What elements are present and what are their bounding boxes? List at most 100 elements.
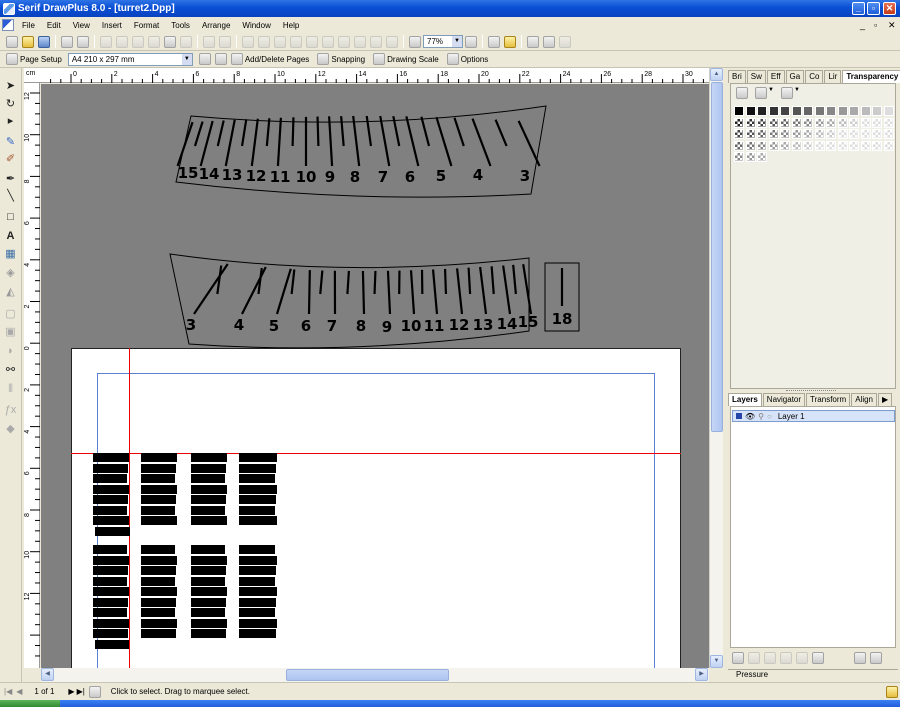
first-page-icon[interactable]: |◀ <box>4 687 12 696</box>
transparency-swatch[interactable] <box>803 106 813 116</box>
transparency-swatch[interactable] <box>849 140 859 151</box>
transparency-swatch[interactable] <box>757 140 767 151</box>
page-setup-icon[interactable] <box>6 53 18 65</box>
transparency-swatch[interactable] <box>803 117 813 128</box>
minimize-button[interactable]: _ <box>852 2 865 15</box>
scroll-down-icon[interactable]: ▼ <box>710 655 723 668</box>
help-icon[interactable] <box>870 652 882 664</box>
print-preview-icon[interactable] <box>77 35 89 48</box>
lock-icon[interactable]: ⚲ <box>758 412 764 421</box>
redo-icon[interactable] <box>219 35 231 48</box>
full-page-icon[interactable] <box>559 35 571 48</box>
undo-icon[interactable] <box>203 35 215 48</box>
menu-tools[interactable]: Tools <box>165 21 196 30</box>
tab-brushes[interactable]: Bri <box>728 70 746 83</box>
transparency-swatch[interactable] <box>826 106 836 116</box>
transparency-swatch[interactable] <box>734 129 744 139</box>
next-page-icon[interactable]: ▶ <box>68 687 74 696</box>
transparency-swatch[interactable] <box>849 117 859 128</box>
vertical-ruler[interactable]: 12 10 8 6 4 2 0 2 4 6 8 10 12 <box>24 83 40 668</box>
transparency-swatch[interactable] <box>849 129 859 139</box>
landscape-icon[interactable] <box>214 53 227 65</box>
transparency-swatch[interactable] <box>780 106 790 116</box>
print-icon[interactable] <box>61 35 73 48</box>
transparency-swatch[interactable] <box>780 117 790 128</box>
transparency-swatch[interactable] <box>860 140 871 151</box>
brush-tool-icon[interactable]: ✐ <box>4 153 17 166</box>
transparency-swatch[interactable] <box>791 106 802 116</box>
chevron-down-icon[interactable]: ▼ <box>794 87 800 93</box>
text-tool-icon[interactable]: A <box>4 230 17 243</box>
transparency-swatch[interactable] <box>780 129 790 139</box>
replicate-icon[interactable] <box>180 35 192 48</box>
ungroup-icon[interactable] <box>306 35 318 48</box>
transparency-swatch[interactable] <box>745 106 756 116</box>
flip-horizontal-icon[interactable] <box>242 35 254 48</box>
rectangle-tool-icon[interactable]: □ <box>4 211 17 224</box>
lock-icon[interactable] <box>386 35 398 48</box>
tab-transparency[interactable]: Transparency <box>842 70 900 83</box>
add-delete-pages-icon[interactable] <box>230 53 243 65</box>
transparency-swatch[interactable] <box>814 117 825 128</box>
transparency-tool-icon[interactable]: ◭ <box>4 286 17 299</box>
last-page-icon[interactable]: ▶| <box>77 687 85 696</box>
options-button[interactable]: Options <box>461 55 489 64</box>
page-width-icon[interactable] <box>543 35 555 48</box>
drawing-scale-icon[interactable] <box>373 53 386 65</box>
gradient-transparency-icon[interactable] <box>755 87 767 99</box>
transparency-swatch[interactable] <box>757 117 767 128</box>
pressure-bar[interactable]: Pressure <box>728 669 898 681</box>
horizontal-ruler[interactable]: 0 2 4 6 8 10 12 14 16 18 20 22 24 26 28 30 cm <box>24 68 709 83</box>
transparency-swatch-grid[interactable] <box>734 106 894 166</box>
pen-tool-icon[interactable]: ✒ <box>4 173 17 186</box>
snapping-button[interactable]: Snapping <box>331 55 365 64</box>
group-icon[interactable] <box>290 35 302 48</box>
transparency-swatch[interactable] <box>826 117 836 128</box>
pointer-tool-icon[interactable]: ➤ <box>4 80 17 93</box>
align-icon[interactable] <box>338 35 350 48</box>
envelope-tool-icon[interactable]: ▢ <box>4 308 17 321</box>
page-size-combo[interactable]: A4 210 x 297 mm ▼ <box>67 52 193 66</box>
node-tool-icon[interactable]: ▸ <box>4 115 17 128</box>
contour-tool-icon[interactable]: ▣ <box>4 326 17 339</box>
horizontal-scroll-thumb[interactable] <box>286 669 449 681</box>
panel-scroll-right-icon[interactable]: ▶ <box>878 393 893 406</box>
prev-page-icon[interactable]: ◀ <box>16 687 22 696</box>
transparency-swatch[interactable] <box>837 117 848 128</box>
tab-color[interactable]: Co <box>805 70 824 83</box>
copy-icon[interactable] <box>116 35 128 48</box>
transparency-swatch[interactable] <box>860 129 871 139</box>
add-delete-pages-button[interactable]: Add/Delete Pages <box>245 55 310 64</box>
transparency-swatch[interactable] <box>860 117 871 128</box>
menu-arrange[interactable]: Arrange <box>196 21 236 30</box>
effects-tool-icon[interactable]: ƒx <box>4 404 17 417</box>
order-front-icon[interactable] <box>354 35 366 48</box>
menu-window[interactable]: Window <box>236 21 276 30</box>
drawing-canvas[interactable]: 15 14 13 12 11 10 9 8 7 6 5 4 3 3 4 5 6 7 8 9 10 11 12 13 14 15 … <box>41 84 709 668</box>
tab-navigator[interactable]: Navigator <box>762 393 806 406</box>
rotate-icon[interactable] <box>274 35 286 48</box>
select-tool-dropdown-icon[interactable] <box>164 35 176 48</box>
transparency-swatch[interactable] <box>837 140 848 151</box>
tab-transform[interactable]: Transform <box>806 393 851 406</box>
delete-layer-icon[interactable] <box>748 652 760 664</box>
transparency-swatch[interactable] <box>872 106 882 116</box>
transparency-swatch[interactable] <box>837 106 848 116</box>
move-layer-up-icon[interactable] <box>764 652 776 664</box>
menu-insert[interactable]: Insert <box>96 21 128 30</box>
shadow-tool-icon[interactable]: ◗ <box>4 345 17 358</box>
transparency-swatch[interactable] <box>757 129 767 139</box>
knife-tool-icon[interactable]: ⚯ <box>4 364 17 377</box>
format-painter-icon[interactable] <box>148 35 160 48</box>
eye-icon[interactable]: 👁 <box>745 412 755 421</box>
resize-grip-icon[interactable] <box>886 685 898 698</box>
layer-properties-icon[interactable] <box>796 652 808 664</box>
collapse-icon[interactable] <box>854 652 866 664</box>
document-icon[interactable] <box>2 19 14 31</box>
blend-tool-icon[interactable]: ⫴ <box>4 383 17 396</box>
tab-effects[interactable]: Eff <box>766 70 785 83</box>
transparency-swatch[interactable] <box>814 129 825 139</box>
zoom-tool-icon[interactable] <box>488 35 500 48</box>
image-tool-icon[interactable]: ▦ <box>4 248 17 261</box>
connector-tool-icon[interactable]: ╲ <box>4 190 17 203</box>
